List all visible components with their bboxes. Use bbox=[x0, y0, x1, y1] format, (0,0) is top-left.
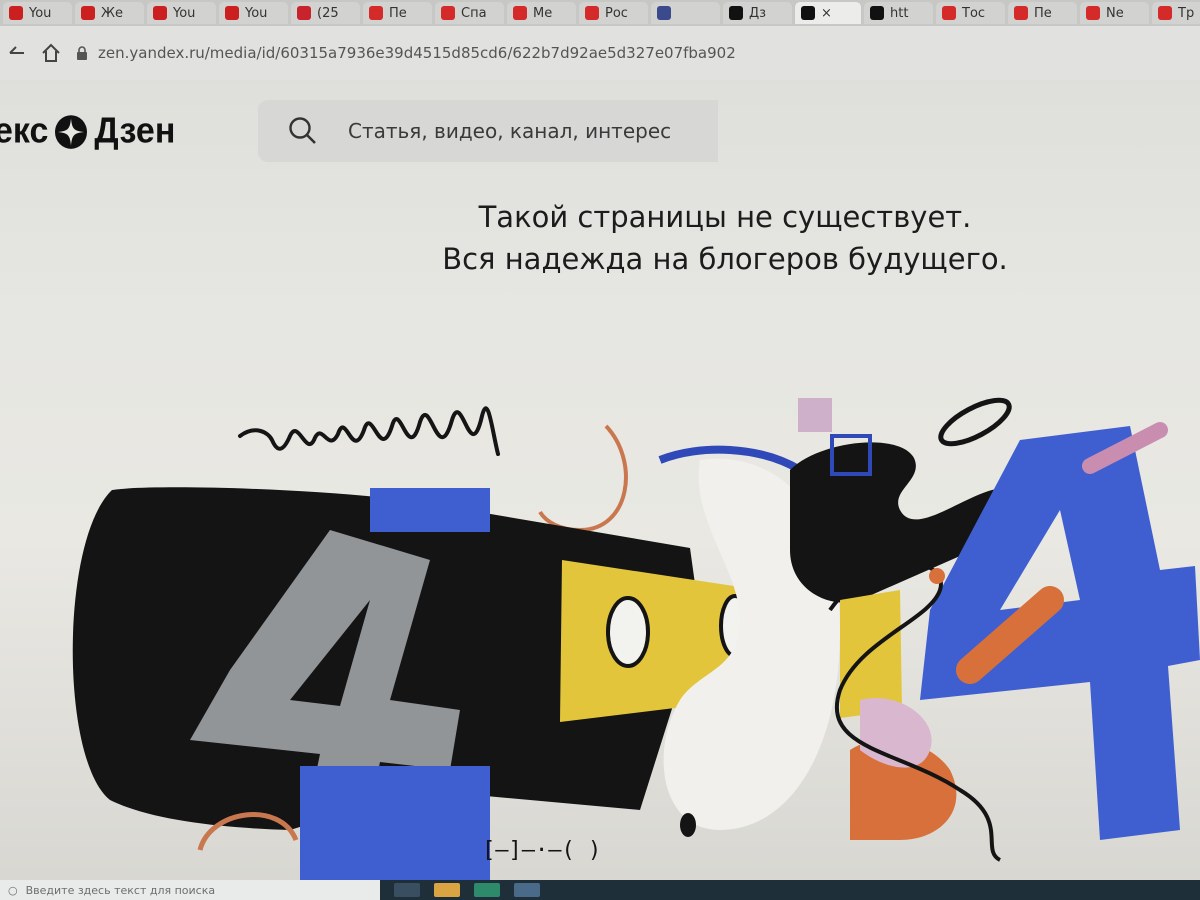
tab-label: Рос bbox=[605, 5, 628, 21]
taskbar-search-icon: ○ bbox=[8, 883, 18, 897]
blue-stem bbox=[300, 766, 490, 880]
browser-tab[interactable]: htt bbox=[864, 2, 933, 24]
message-line-2: Вся надежда на блогеров будущего. bbox=[442, 242, 1008, 277]
browser-tab[interactable]: Тос bbox=[936, 2, 1005, 24]
blue-block bbox=[370, 488, 490, 532]
browser-tab[interactable]: Пе bbox=[363, 2, 432, 24]
search-icon-wrap bbox=[258, 115, 348, 147]
message-line-1: Такой страницы не существует. bbox=[478, 200, 972, 234]
os-taskbar: ○ Введите здесь текст для поиска bbox=[0, 880, 1200, 900]
search-icon bbox=[289, 117, 316, 144]
tab-label: Пе bbox=[1034, 5, 1052, 21]
arrow-left-icon bbox=[9, 46, 24, 54]
zen-logo[interactable]: екс Дзен bbox=[0, 111, 175, 152]
404-illustration: [–]—·–( ) bbox=[72, 397, 1200, 880]
megaphone-caption: [–]—·–( ) bbox=[482, 838, 601, 863]
back-button[interactable] bbox=[0, 36, 34, 70]
tab-label: Дз bbox=[749, 5, 767, 21]
tab-favicon-icon bbox=[1014, 6, 1028, 20]
home-icon bbox=[42, 43, 60, 62]
tab-favicon-icon bbox=[729, 6, 743, 20]
tab-label: Же bbox=[101, 5, 124, 21]
browser-tab[interactable]: Рос bbox=[579, 2, 648, 24]
tab-favicon-icon bbox=[9, 6, 23, 20]
tab-favicon-icon bbox=[81, 6, 95, 20]
logo-text-right: Дзен bbox=[94, 111, 176, 151]
zen-star-icon bbox=[55, 114, 88, 149]
tab-favicon-icon bbox=[1158, 6, 1172, 20]
tab-label: (25 bbox=[317, 5, 339, 21]
tab-label: Ne bbox=[1106, 5, 1124, 21]
browser-tab[interactable]: You bbox=[219, 2, 288, 24]
tab-favicon-icon bbox=[870, 6, 884, 20]
address-bar[interactable]: zen.yandex.ru/media/id/60315a7936e39d451… bbox=[76, 44, 736, 62]
logo-text-left: екс bbox=[0, 111, 49, 151]
browser-tab-strip: You Же You You (25 Пе Спа Ме Рос Дз × htt Тос Пе Ne Тр bbox=[0, 0, 1200, 26]
tab-label: You bbox=[29, 5, 52, 21]
wire-knob bbox=[929, 568, 945, 584]
tab-favicon-icon bbox=[153, 6, 167, 20]
tab-label: Спа bbox=[461, 5, 487, 21]
cone-hole-1 bbox=[606, 596, 650, 668]
browser-tab[interactable]: Ne bbox=[1080, 2, 1149, 24]
head-dot bbox=[680, 813, 696, 837]
not-found-message: Такой страницы не существует. Вся надежд… bbox=[380, 196, 1070, 280]
tab-label: × bbox=[821, 5, 832, 21]
tab-label: Ме bbox=[533, 5, 553, 21]
orange-arc bbox=[538, 424, 628, 533]
tab-favicon-icon bbox=[297, 6, 311, 20]
search-bar[interactable] bbox=[258, 100, 718, 162]
browser-toolbar: zen.yandex.ru/media/id/60315a7936e39d451… bbox=[0, 26, 1200, 80]
tab-favicon-icon bbox=[942, 6, 956, 20]
taskbar-search-text: Введите здесь текст для поиска bbox=[25, 883, 216, 897]
browser-tab[interactable]: Спа bbox=[435, 2, 504, 24]
tab-favicon-icon bbox=[801, 6, 815, 20]
tab-favicon-icon bbox=[513, 6, 527, 20]
browser-tab[interactable] bbox=[651, 2, 720, 24]
browser-tab[interactable]: Тр bbox=[1152, 2, 1200, 24]
tab-label: Пе bbox=[389, 5, 407, 21]
browser-tab[interactable]: Пе bbox=[1008, 2, 1077, 24]
tab-favicon-icon bbox=[225, 6, 239, 20]
url-text: zen.yandex.ru/media/id/60315a7936e39d451… bbox=[98, 44, 736, 62]
tab-label: htt bbox=[890, 5, 909, 21]
search-input[interactable] bbox=[348, 119, 708, 143]
browser-tab[interactable]: Же bbox=[75, 2, 144, 24]
tab-favicon-icon bbox=[657, 6, 671, 20]
tab-label: You bbox=[245, 5, 268, 21]
browser-tab[interactable]: Ме bbox=[507, 2, 576, 24]
pink-square bbox=[798, 398, 832, 432]
tab-favicon-icon bbox=[585, 6, 599, 20]
tab-label: Тр bbox=[1178, 5, 1195, 21]
tab-favicon-icon bbox=[441, 6, 455, 20]
tab-label: Тос bbox=[962, 5, 986, 21]
taskbar-app-3[interactable] bbox=[474, 883, 500, 897]
tab-favicon-icon bbox=[369, 6, 383, 20]
tab-label: You bbox=[173, 5, 196, 21]
blue-four bbox=[920, 426, 1200, 840]
tab-favicon-icon bbox=[1086, 6, 1100, 20]
taskbar-app-1[interactable] bbox=[394, 883, 420, 897]
squiggle-line bbox=[238, 406, 500, 456]
browser-tab[interactable]: Дз bbox=[723, 2, 792, 24]
browser-tab[interactable]: You bbox=[3, 2, 72, 24]
home-button[interactable] bbox=[34, 36, 68, 70]
browser-tab[interactable]: You bbox=[147, 2, 216, 24]
browser-tab[interactable]: × bbox=[795, 2, 861, 24]
browser-tab[interactable]: (25 bbox=[291, 2, 360, 24]
lock-icon bbox=[77, 46, 87, 60]
black-ring bbox=[938, 397, 1012, 447]
taskbar-app-4[interactable] bbox=[514, 883, 540, 897]
taskbar-app-2[interactable] bbox=[434, 883, 460, 897]
taskbar-search[interactable]: ○ Введите здесь текст для поиска bbox=[0, 880, 380, 900]
